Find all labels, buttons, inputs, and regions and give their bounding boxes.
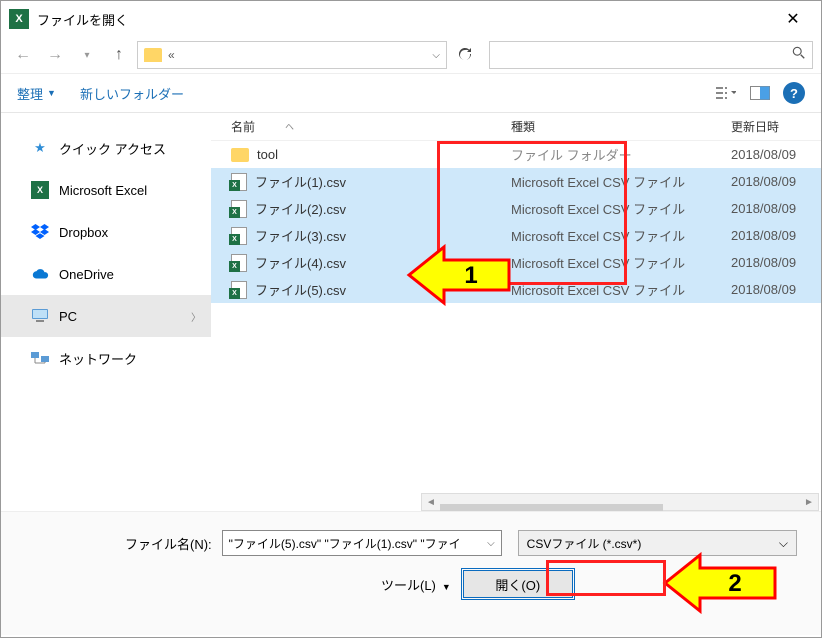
sidebar-item-label: OneDrive [59, 267, 114, 282]
view-options-button[interactable] [715, 84, 737, 102]
filename-value: "ファイル(5).csv" "ファイル(1).csv" "ファイ [229, 535, 461, 552]
window-title: ファイルを開く [37, 10, 128, 29]
navigation-bar: ← → ▾ ↑ « ⌵ [1, 37, 821, 73]
help-button[interactable]: ? [783, 82, 805, 104]
file-name: tool [257, 147, 278, 162]
file-row[interactable]: ファイル(4).csv Microsoft Excel CSV ファイル2018/… [211, 249, 821, 276]
file-date: 2018/08/09 [731, 201, 821, 216]
file-date: 2018/08/09 [731, 255, 821, 270]
history-chevron[interactable]: ▾ [73, 41, 101, 69]
chevron-down-icon: ⌵ [779, 536, 788, 551]
csv-file-icon [231, 254, 247, 272]
file-name: ファイル(1).csv [255, 172, 346, 191]
new-folder-label: 新しいフォルダー [80, 84, 184, 103]
sidebar-item-onedrive[interactable]: OneDrive [1, 253, 211, 295]
search-icon [792, 46, 806, 65]
star-icon: ★ [31, 139, 49, 157]
file-type-select[interactable]: CSVファイル (*.csv*) ⌵ [518, 530, 797, 556]
file-date: 2018/08/09 [731, 174, 821, 189]
refresh-icon [457, 47, 473, 63]
excel-icon: X [31, 181, 49, 199]
horizontal-scrollbar[interactable]: ◄ ► [421, 493, 819, 511]
file-type: Microsoft Excel CSV ファイル [511, 253, 731, 272]
sidebar-item-dropbox[interactable]: Dropbox [1, 211, 211, 253]
organize-button[interactable]: 整理▼ [17, 84, 56, 103]
chevron-right-icon: 〉 [191, 309, 201, 324]
file-type: ファイル フォルダー [511, 145, 731, 164]
chevron-down-icon[interactable]: ⌵ [432, 50, 440, 61]
close-button[interactable]: ✕ [773, 5, 813, 33]
column-type[interactable]: 種類 [511, 118, 731, 135]
column-date[interactable]: 更新日時 [731, 118, 821, 135]
excel-app-icon: X [9, 9, 29, 29]
csv-file-icon [231, 281, 247, 299]
back-button[interactable]: ← [9, 41, 37, 69]
scroll-left-icon[interactable]: ◄ [422, 497, 440, 508]
dropbox-icon [31, 223, 49, 241]
filename-label: ファイル名(N): [125, 534, 212, 553]
file-open-dialog: X ファイルを開く ✕ ← → ▾ ↑ « ⌵ 整理▼ 新しいフォルダー [0, 0, 822, 638]
address-bar[interactable]: « ⌵ [137, 41, 447, 69]
refresh-button[interactable] [451, 41, 479, 69]
sidebar-item-label: Dropbox [59, 225, 108, 240]
file-row[interactable]: ファイル(3).csv Microsoft Excel CSV ファイル2018/… [211, 222, 821, 249]
toolbar: 整理▼ 新しいフォルダー ? [1, 73, 821, 113]
file-row[interactable]: ファイル(5).csv Microsoft Excel CSV ファイル2018/… [211, 276, 821, 303]
file-name: ファイル(3).csv [255, 226, 346, 245]
sidebar-item-excel[interactable]: X Microsoft Excel [1, 169, 211, 211]
file-date: 2018/08/09 [731, 282, 821, 297]
main-area: ★ クイック アクセス X Microsoft Excel Dropbox On… [1, 113, 821, 511]
sidebar-item-label: クイック アクセス [59, 139, 166, 158]
file-type: Microsoft Excel CSV ファイル [511, 199, 731, 218]
file-type: Microsoft Excel CSV ファイル [511, 172, 731, 191]
scroll-right-icon[interactable]: ► [800, 497, 818, 508]
file-type-value: CSVファイル (*.csv*) [527, 535, 642, 552]
csv-file-icon [231, 227, 247, 245]
file-type: Microsoft Excel CSV ファイル [511, 226, 731, 245]
sidebar-item-network[interactable]: ネットワーク [1, 337, 211, 379]
file-type: Microsoft Excel CSV ファイル [511, 280, 731, 299]
sidebar-item-label: ネットワーク [59, 349, 137, 368]
file-list-pane: 名前 ヘ 種類 更新日時 toolファイル フォルダー2018/08/09ファイ… [211, 113, 821, 511]
file-name: ファイル(2).csv [255, 199, 346, 218]
file-date: 2018/08/09 [731, 147, 821, 162]
sidebar-item-label: PC [59, 309, 77, 324]
sidebar: ★ クイック アクセス X Microsoft Excel Dropbox On… [1, 113, 211, 511]
up-button[interactable]: ↑ [105, 41, 133, 69]
column-name[interactable]: 名前 ヘ [231, 118, 511, 135]
sidebar-item-pc[interactable]: PC 〉 [1, 295, 211, 337]
column-headers: 名前 ヘ 種類 更新日時 [211, 113, 821, 141]
filename-input[interactable]: "ファイル(5).csv" "ファイル(1).csv" "ファイ ⌵ [222, 530, 502, 556]
sidebar-item-quick-access[interactable]: ★ クイック アクセス [1, 127, 211, 169]
folder-icon [144, 48, 162, 62]
cloud-icon [31, 265, 49, 283]
search-input[interactable] [489, 41, 813, 69]
sidebar-item-label: Microsoft Excel [59, 183, 147, 198]
tools-button[interactable]: ツール(L)▼ [381, 575, 451, 594]
chevron-down-icon[interactable]: ⌵ [487, 538, 495, 549]
file-name: ファイル(5).csv [255, 280, 346, 299]
network-icon [31, 349, 49, 367]
organize-label: 整理 [17, 84, 43, 103]
forward-button[interactable]: → [41, 41, 69, 69]
address-text: « [168, 48, 426, 62]
new-folder-button[interactable]: 新しいフォルダー [80, 84, 184, 103]
csv-file-icon [231, 200, 247, 218]
file-name: ファイル(4).csv [255, 253, 346, 272]
folder-icon [231, 148, 249, 162]
file-row[interactable]: tool ファイル フォルダー2018/08/09 [211, 141, 821, 168]
file-row[interactable]: ファイル(1).csv Microsoft Excel CSV ファイル2018/… [211, 168, 821, 195]
csv-file-icon [231, 173, 247, 191]
sort-indicator-icon: ヘ [285, 120, 294, 133]
file-date: 2018/08/09 [731, 228, 821, 243]
pc-icon [31, 307, 49, 325]
file-row[interactable]: ファイル(2).csv Microsoft Excel CSV ファイル2018/… [211, 195, 821, 222]
bottom-panel: ファイル名(N): "ファイル(5).csv" "ファイル(1).csv" "フ… [1, 511, 821, 635]
open-button[interactable]: 開く(O) [463, 570, 573, 598]
preview-pane-button[interactable] [749, 84, 771, 102]
titlebar: X ファイルを開く ✕ [1, 1, 821, 37]
open-button-label: 開く(O) [495, 575, 540, 594]
